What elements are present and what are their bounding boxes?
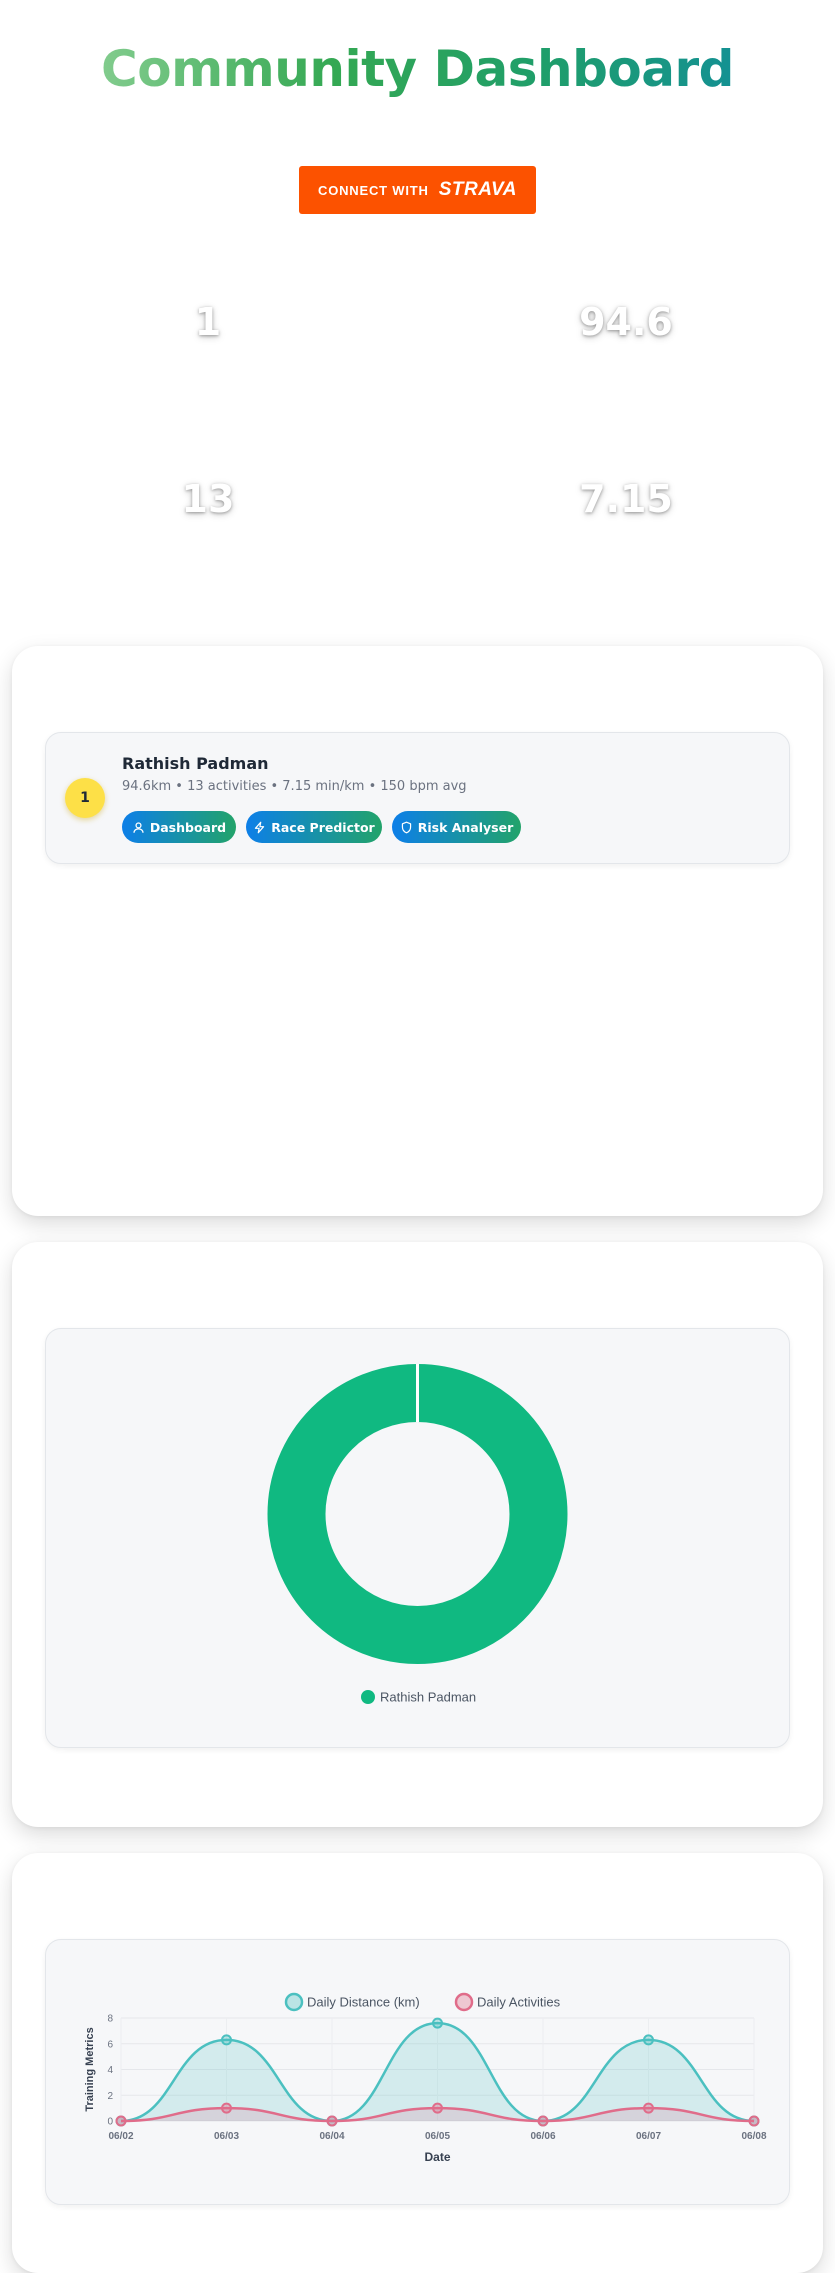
dashboard-button-label: Dashboard <box>149 819 227 835</box>
y-tick-label: 2 <box>107 2091 113 2102</box>
leaderboard-card: 1 Rathish Padman 94.6km • 13 activities … <box>12 646 823 1216</box>
lightning-icon <box>255 821 265 833</box>
data-point <box>221 2034 232 2046</box>
legend-item: Rathish Padman <box>361 1690 476 1705</box>
x-tick-label: 06/02 <box>108 2131 133 2142</box>
legend-label: Daily Distance (km) <box>307 1995 420 2010</box>
distance-share-chart-panel: Rathish Padman <box>45 1328 790 1748</box>
legend-item: Daily Activities <box>454 1992 561 2012</box>
risk-analyser-button[interactable]: Risk Analyser <box>392 811 521 843</box>
legend-label: Daily Activities <box>477 1995 561 2010</box>
stat-avg-pace-value: 7.15 <box>579 477 673 521</box>
legend-swatch <box>284 1992 304 2012</box>
data-point <box>748 2115 760 2127</box>
data-point <box>326 2115 338 2127</box>
connect-with-label: CONNECT WITH <box>318 182 429 198</box>
y-tick-label: 8 <box>107 2014 113 2025</box>
data-point <box>115 2115 127 2127</box>
legend-swatch <box>454 1992 474 2012</box>
distance-doughnut-chart: Rathish Padman <box>267 1364 568 1705</box>
x-tick-label: 06/07 <box>636 2131 661 2142</box>
x-axis-title: Date <box>424 2150 450 2164</box>
data-point <box>432 2102 443 2114</box>
y-tick-label: 4 <box>107 2065 113 2076</box>
x-tick-label: 06/04 <box>319 2131 344 2142</box>
doughnut-slice <box>267 1364 568 1664</box>
training-metrics-chart-panel: 0 2 4 6 8 06/02 06/03 06/04 06/05 06/06 06/07 06/08… <box>45 1939 790 2205</box>
training-metrics-chart: 0 2 4 6 8 06/02 06/03 06/04 06/05 06/06 06/07 06/08… <box>84 1992 767 2164</box>
race-predictor-button-label: Race Predictor <box>271 819 375 835</box>
stat-total-distance-value: 94.6 <box>579 300 673 344</box>
y-tick-label: 0 <box>107 2117 113 2128</box>
data-point <box>221 2102 232 2114</box>
athlete-name: Rathish Padman <box>122 754 269 773</box>
data-point <box>432 2017 443 2029</box>
legend-item: Daily Distance (km) <box>284 1992 420 2012</box>
athlete-summary: 94.6km • 13 activities • 7.15 min/km • 1… <box>122 779 467 794</box>
strava-logo: STRAVA <box>438 179 517 200</box>
y-tick-label: 6 <box>107 2039 113 2050</box>
dashboard-button[interactable]: Dashboard <box>122 811 236 843</box>
legend-label: Rathish Padman <box>380 1690 476 1705</box>
user-icon <box>133 821 144 833</box>
y-axis-title: Training Metrics <box>84 2027 96 2111</box>
distance-share-card: Rathish Padman <box>12 1242 823 1827</box>
race-predictor-button[interactable]: Race Predictor <box>246 811 382 843</box>
legend-swatch <box>361 1690 375 1704</box>
x-tick-label: 06/06 <box>530 2131 555 2142</box>
training-metrics-card: 0 2 4 6 8 06/02 06/03 06/04 06/05 06/06 06/07 06/08… <box>12 1853 823 2273</box>
data-point <box>643 2102 654 2114</box>
connect-strava-button[interactable]: CONNECT WITH STRAVA <box>299 166 536 214</box>
shield-icon <box>401 821 411 833</box>
data-point <box>643 2034 654 2046</box>
x-tick-label: 06/08 <box>741 2131 766 2142</box>
x-tick-label: 06/03 <box>214 2131 239 2142</box>
data-point <box>537 2115 549 2127</box>
leaderboard-entry: 1 Rathish Padman 94.6km • 13 activities … <box>45 732 790 864</box>
stat-athletes-value: 1 <box>194 300 222 344</box>
risk-analyser-button-label: Risk Analyser <box>417 819 514 835</box>
stat-activities-value: 13 <box>181 477 235 521</box>
page-title: Community Dashboard <box>0 40 835 98</box>
x-tick-label: 06/05 <box>425 2131 450 2142</box>
rank-badge: 1 <box>65 778 105 818</box>
